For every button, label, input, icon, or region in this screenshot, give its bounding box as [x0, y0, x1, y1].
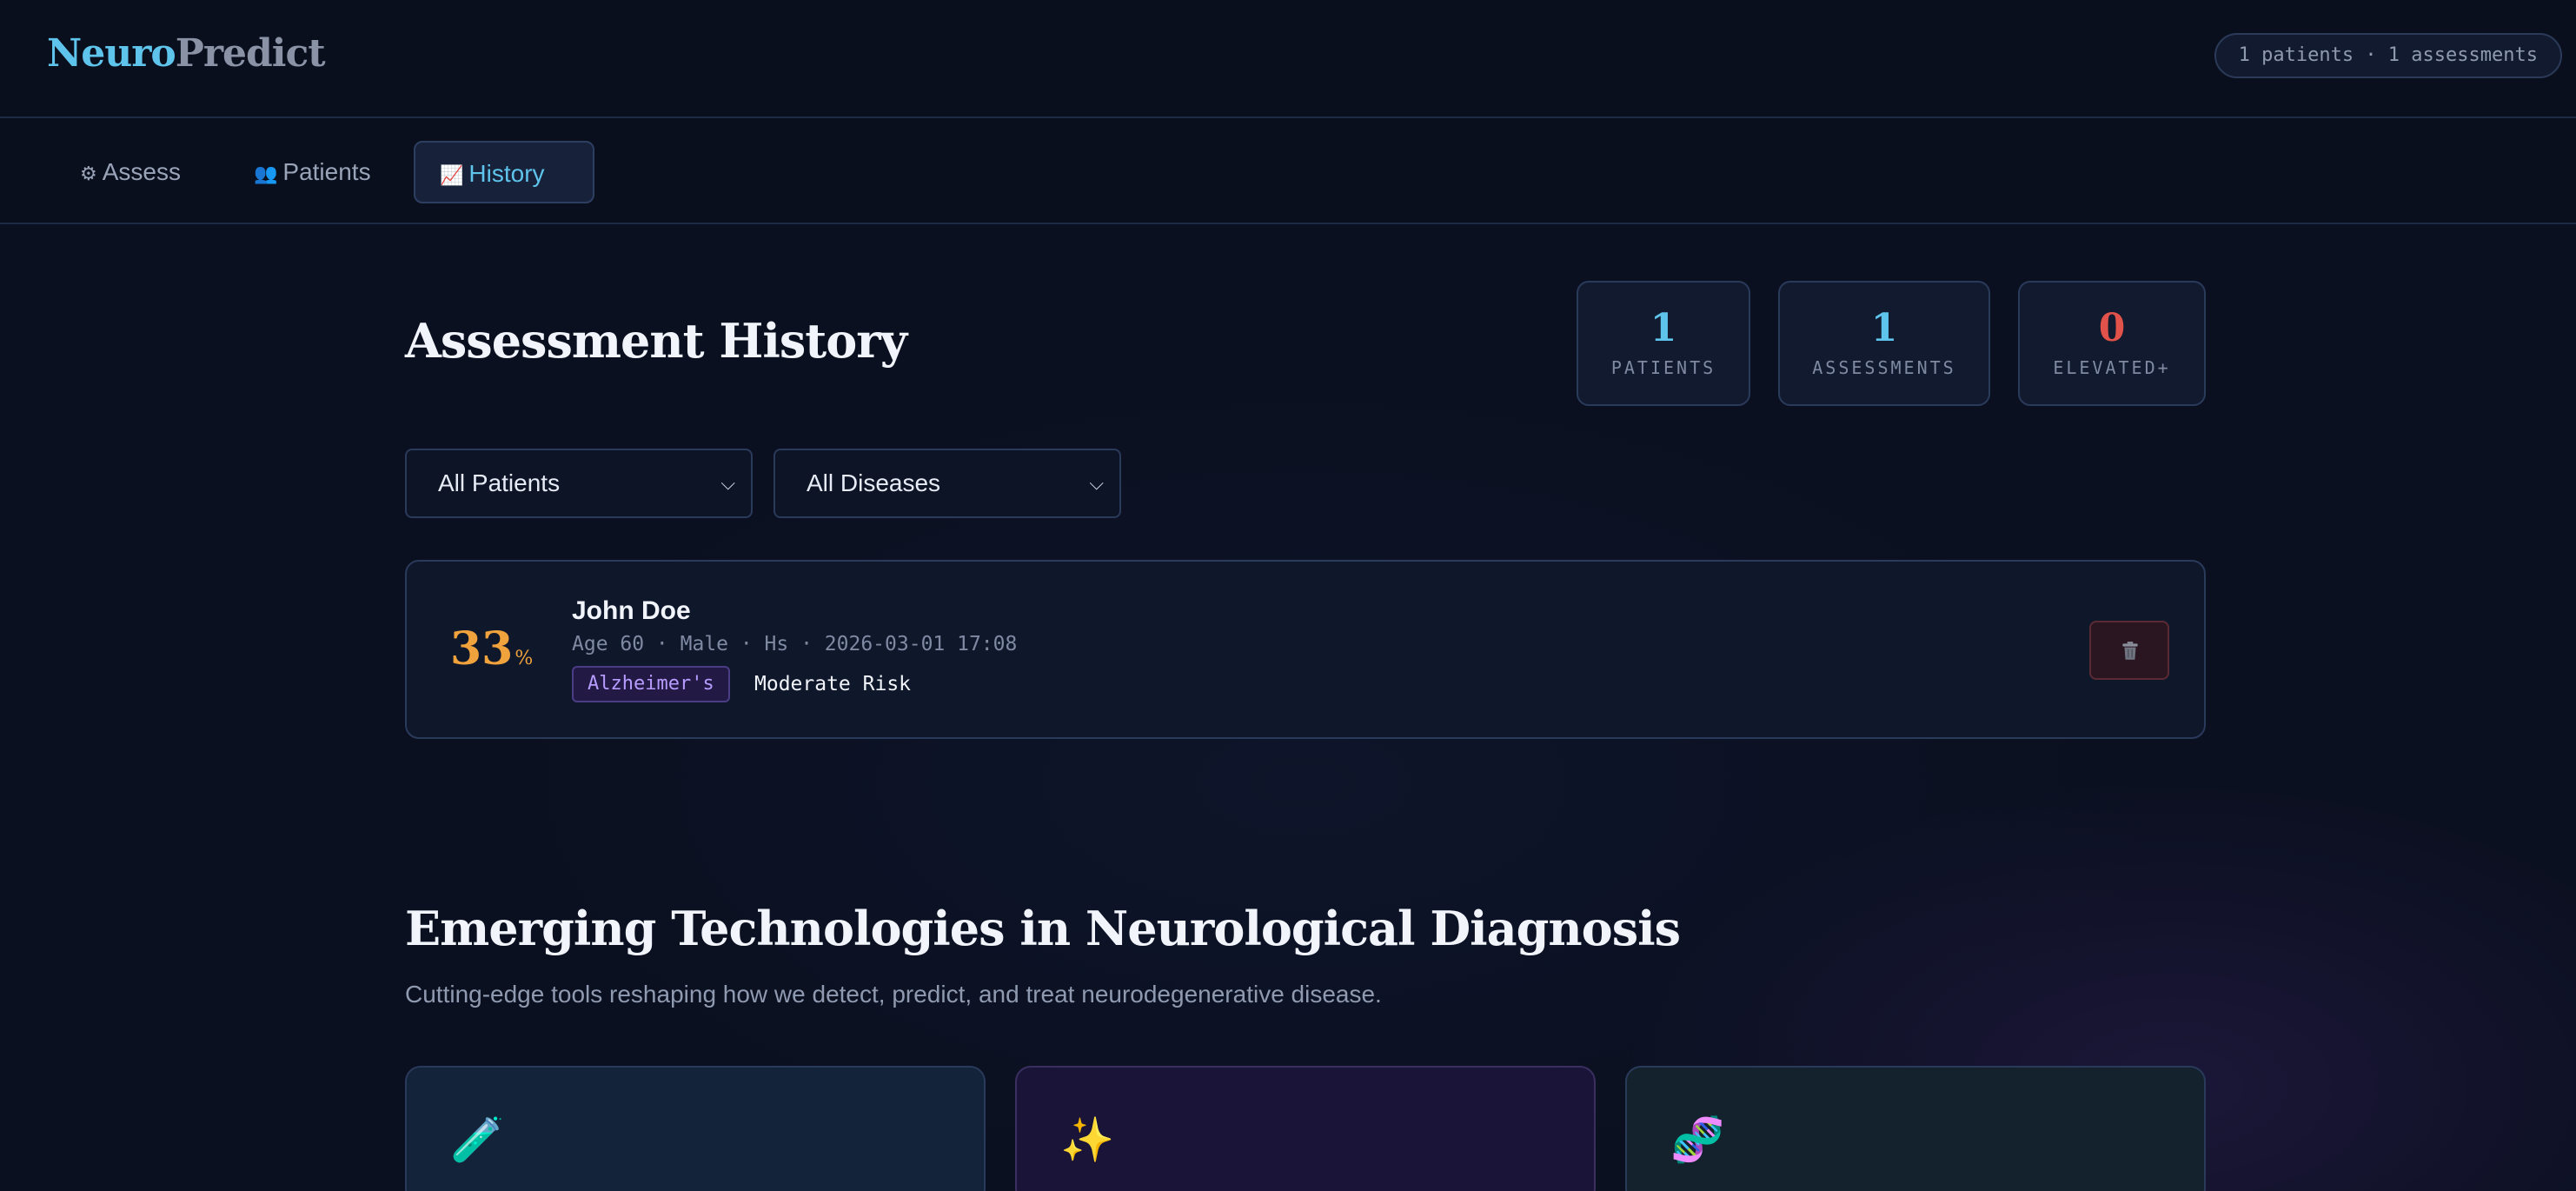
delete-button[interactable]: [2089, 621, 2169, 680]
chevron-down-icon: ⌵: [1089, 472, 1104, 494]
select-value: All Patients: [438, 469, 561, 496]
stat-label: ELEVATED+: [2053, 357, 2171, 378]
risk-label: Moderate Risk: [754, 673, 912, 695]
tech-card[interactable]: ✨: [1015, 1066, 1596, 1191]
sparkles-icon: ✨: [1060, 1114, 1115, 1165]
summary-pill: 1 patients · 1 assessments: [2214, 33, 2562, 78]
risk-percent-value: 33: [450, 622, 514, 675]
patient-name: John Doe: [572, 596, 691, 625]
tab-patients[interactable]: 👥 Patients: [229, 141, 395, 203]
top-header: NeuroPredict 1 patients · 1 assessments: [0, 0, 2576, 118]
tab-assess[interactable]: ⚙ Assess: [56, 141, 205, 203]
chart-icon: 📈: [440, 164, 464, 186]
disease-tag: Alzheimer's: [572, 666, 730, 702]
stat-label: ASSESSMENTS: [1812, 357, 1956, 378]
main-nav: ⚙ Assess 👥 Patients 📈 History: [0, 118, 2576, 224]
tab-label: Patients: [282, 158, 371, 185]
brand-logo[interactable]: NeuroPredict: [47, 31, 326, 76]
risk-percent-unit: %: [515, 648, 534, 669]
stat-value: 1: [1870, 306, 1898, 350]
tab-history[interactable]: 📈 History: [414, 141, 594, 203]
brand-part-1: Neuro: [47, 31, 176, 76]
chevron-down-icon: ⌵: [720, 472, 735, 494]
patient-filter-select[interactable]: All Patients ⌵: [405, 449, 753, 518]
tab-label: Assess: [102, 158, 181, 185]
gear-icon: ⚙: [80, 163, 97, 184]
select-value: All Diseases: [807, 469, 941, 496]
dna-icon: 🧬: [1670, 1114, 1725, 1165]
emerging-title: Emerging Technologies in Neurological Di…: [405, 901, 1681, 956]
tab-label: History: [468, 160, 545, 187]
assessment-record[interactable]: 33% John Doe Age 60 · Male · Hs · 2026-0…: [405, 560, 2206, 739]
stat-label: PATIENTS: [1610, 357, 1716, 378]
people-icon: 👥: [254, 163, 278, 184]
stat-patients: 1 PATIENTS: [1577, 281, 1750, 406]
emerging-subtitle: Cutting-edge tools reshaping how we dete…: [405, 981, 1382, 1008]
page-title: Assessment History: [405, 313, 907, 369]
stat-value: 1: [1650, 306, 1677, 350]
test-tube-icon: 🧪: [450, 1114, 505, 1165]
tech-card[interactable]: 🧬: [1625, 1066, 2206, 1191]
tech-card[interactable]: 🧪: [405, 1066, 986, 1191]
trash-icon: [2122, 642, 2138, 660]
stat-value: 0: [2098, 306, 2126, 350]
disease-filter-select[interactable]: All Diseases ⌵: [773, 449, 1121, 518]
risk-percent: 33%: [450, 622, 533, 675]
stat-elevated: 0 ELEVATED+: [2018, 281, 2206, 406]
brand-part-2: Predict: [175, 31, 326, 76]
patient-meta: Age 60 · Male · Hs · 2026-03-01 17:08: [572, 633, 1018, 655]
stat-assessments: 1 ASSESSMENTS: [1778, 281, 1990, 406]
